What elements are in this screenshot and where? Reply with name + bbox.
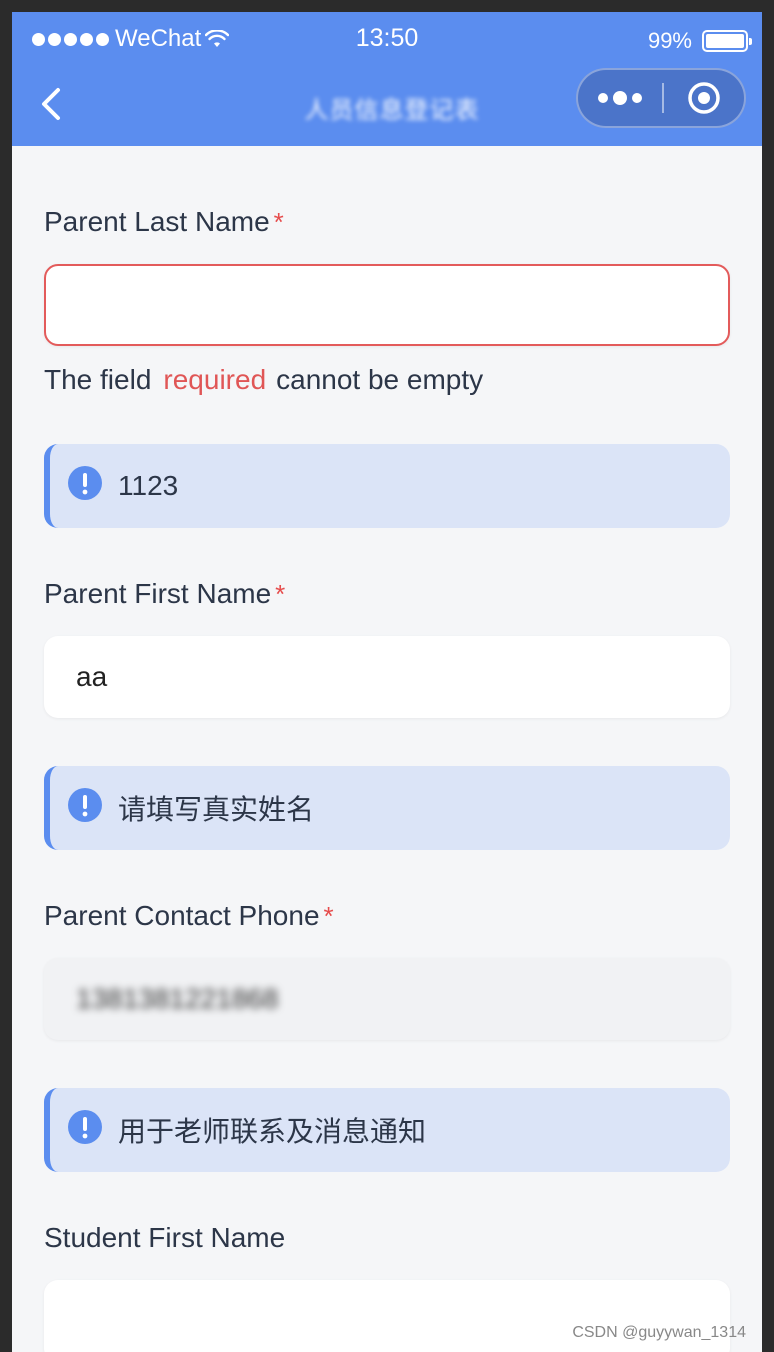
required-mark: * [323,901,334,931]
exclamation-icon [68,788,102,822]
notice-parent-contact-phone: 用于老师联系及消息通知 [44,1088,730,1172]
label-text: Student First Name [44,1222,286,1253]
exclamation-icon [68,1110,102,1144]
status-right: 99% [647,28,752,54]
mini-program-capsule [576,68,746,128]
error-message: The field required cannot be empty [44,364,483,396]
nav-title: 人员信息登记表 [304,97,480,124]
label-text: Parent Contact Phone [44,900,320,931]
required-mark: * [273,207,284,237]
parent-first-name-input[interactable]: aa [44,636,730,718]
top-bar: WeChat 13:50 99% 人员信息登记表 [12,12,762,146]
required-mark: * [275,579,286,609]
parent-first-name-label: Parent First Name * [44,578,285,610]
watermark: CSDN @guyywan_1314 [572,1324,746,1341]
exclamation-icon [68,466,102,500]
masked-phone-value: 1381381221868 [76,983,279,1014]
parent-last-name-label: Parent Last Name * [44,206,284,238]
parent-contact-phone-input: 1381381221868 [44,958,730,1040]
notice-parent-last-name: 1123 [44,444,730,528]
error-suffix: cannot be empty [276,364,484,395]
label-text: Parent First Name [44,578,272,609]
parent-last-name-input[interactable] [44,264,730,346]
notice-text: 1123 [118,470,179,501]
status-bar: WeChat 13:50 99% [12,12,762,68]
chevron-left-icon[interactable] [34,84,74,124]
notice-text: 用于老师联系及消息通知 [118,1116,427,1147]
battery-percent: 99% [647,28,692,53]
student-first-name-label: Student First Name [44,1222,285,1254]
target-circle-icon[interactable] [664,80,744,116]
label-text: Parent Last Name [44,206,270,237]
battery-icon [702,30,752,52]
phone-screen: WeChat 13:50 99% 人员信息登记表 Parent Last Nam… [12,12,762,1352]
input-value: 1381381221868 [76,983,279,1014]
parent-contact-phone-label: Parent Contact Phone * [44,900,334,932]
notice-text: 请填写真实姓名 [118,794,315,825]
notice-parent-first-name: 请填写真实姓名 [44,766,730,850]
input-value: aa [76,661,108,692]
error-prefix: The field [44,364,152,395]
error-key: required [163,364,267,395]
more-dots-icon[interactable] [578,70,662,126]
